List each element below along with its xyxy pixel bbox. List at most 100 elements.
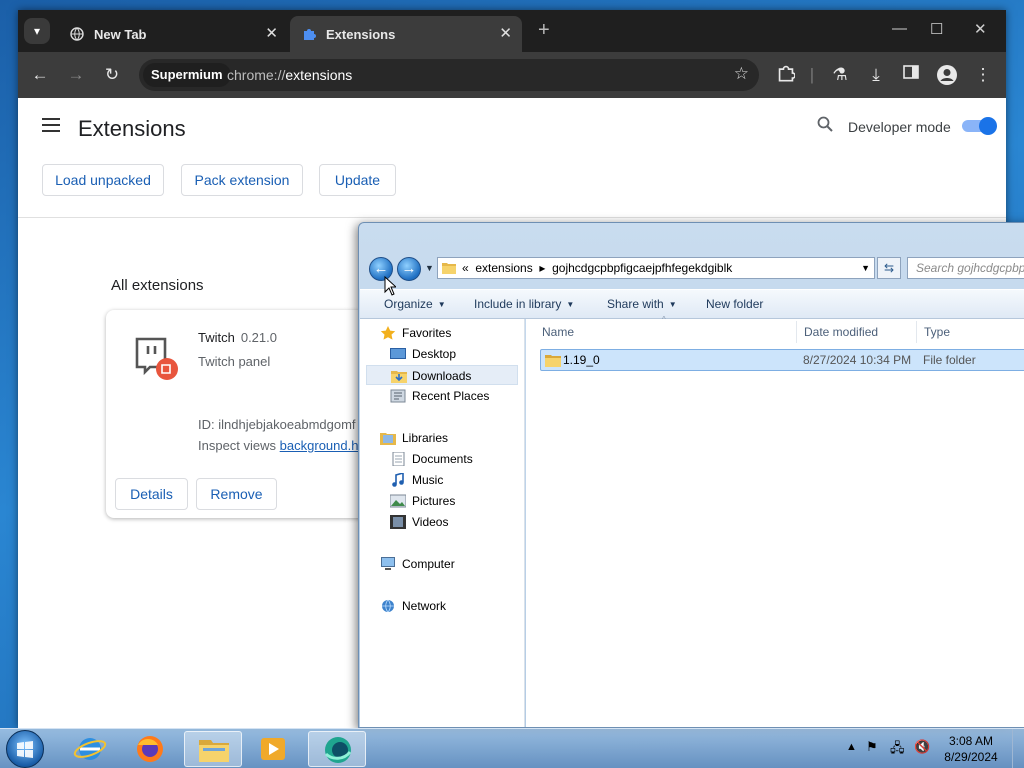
network-icon xyxy=(382,599,394,613)
file-name: 1.19_0 xyxy=(563,353,600,367)
forward-icon[interactable]: → xyxy=(65,64,87,86)
tab-new-tab[interactable]: New Tab ✕ xyxy=(58,16,288,52)
desktop-icon xyxy=(390,348,406,359)
url-text: chrome://extensions xyxy=(227,67,353,83)
taskbar-file-explorer[interactable] xyxy=(184,731,242,767)
folder-icon xyxy=(442,263,456,274)
show-desktop-button[interactable] xyxy=(1012,729,1024,768)
details-button[interactable]: Details xyxy=(115,478,188,510)
taskbar-supermium[interactable] xyxy=(308,731,366,767)
file-explorer-window: ← → ▼ « extensions ▸ gojhcdgcpbpfigcaejp… xyxy=(358,222,1024,728)
downloads-folder-icon xyxy=(391,371,407,383)
tab-label: Extensions xyxy=(326,27,396,42)
inspect-views: Inspect views background.h xyxy=(198,438,359,453)
music-icon xyxy=(392,473,404,487)
navigation-pane: Favorites Desktop Downloads Recent Place… xyxy=(360,319,525,727)
tab-strip: ▾ New Tab ✕ Extensions ✕ + — ☐ ✕ xyxy=(18,10,1006,52)
section-title: All extensions xyxy=(111,277,204,294)
update-button[interactable]: Update xyxy=(319,164,396,196)
volume-muted-icon[interactable]: 🔇 xyxy=(914,739,930,755)
back-icon[interactable]: ← xyxy=(29,64,51,86)
videos-icon xyxy=(390,515,406,529)
developer-mode-label: Developer mode xyxy=(848,119,951,135)
developer-mode-toggle[interactable] xyxy=(962,117,997,135)
extension-card: Twitch 0.21.0 Twitch panel ID: ilndhjebja… xyxy=(106,310,386,518)
forward-icon[interactable]: → xyxy=(397,257,421,281)
tab-label: New Tab xyxy=(94,27,147,42)
breadcrumb-extensions[interactable]: extensions xyxy=(475,261,532,275)
column-header-type[interactable]: Type xyxy=(924,325,950,339)
breadcrumb-folder[interactable]: gojhcdgcpbpfigcaejpfhfegekdgiblk xyxy=(552,261,732,275)
column-header-date[interactable]: Date modified xyxy=(804,325,878,339)
sort-arrow-icon: ^ xyxy=(662,315,666,324)
file-list: Name ^ Date modified Type 1.19_0 8/27/20… xyxy=(526,315,1024,727)
browser-toolbar: ← → ↻ Supermium chrome://extensions ☆ | … xyxy=(18,52,1006,98)
address-dropdown-icon[interactable]: ▼ xyxy=(861,258,870,278)
close-tab-icon[interactable]: ✕ xyxy=(499,24,512,42)
new-tab-button[interactable]: + xyxy=(538,19,550,42)
taskbar-internet-explorer[interactable] xyxy=(61,731,119,767)
toolbar-divider: | xyxy=(809,65,815,84)
tab-extensions[interactable]: Extensions ✕ xyxy=(290,16,522,52)
start-button[interactable] xyxy=(6,730,44,768)
close-tab-icon[interactable]: ✕ xyxy=(265,24,278,42)
hamburger-menu-icon[interactable] xyxy=(42,118,60,132)
twitch-extension-icon xyxy=(135,337,178,380)
tab-search-button[interactable]: ▾ xyxy=(24,18,50,44)
column-separator[interactable] xyxy=(916,321,917,343)
recent-pages-dropdown-icon[interactable]: ▼ xyxy=(425,263,434,273)
include-in-library-button[interactable]: Include in library ▼ xyxy=(474,297,574,311)
load-unpacked-button[interactable]: Load unpacked xyxy=(42,164,164,196)
show-hidden-icons-icon[interactable]: ▲ xyxy=(846,741,857,753)
system-clock[interactable]: 3:08 AM 8/29/2024 xyxy=(940,733,1002,765)
breadcrumb: « extensions ▸ gojhcdgcpbpfigcaejpfhfege… xyxy=(462,261,733,275)
computer-icon xyxy=(381,557,395,570)
taskbar-media-player[interactable] xyxy=(244,731,302,767)
star-icon xyxy=(380,326,396,340)
search-icon[interactable] xyxy=(817,116,833,132)
reload-icon[interactable]: ↻ xyxy=(101,64,123,86)
extension-description: Twitch panel xyxy=(198,354,271,369)
side-panel-icon[interactable] xyxy=(900,64,922,86)
minimize-icon[interactable]: — xyxy=(892,20,907,37)
share-with-button[interactable]: Share with ▼ xyxy=(607,297,677,311)
nav-downloads[interactable]: Downloads xyxy=(366,365,518,385)
pictures-icon xyxy=(390,494,406,508)
firefox-icon xyxy=(137,736,163,762)
maximize-icon[interactable]: ☐ xyxy=(930,20,943,38)
supermium-icon xyxy=(324,737,352,763)
file-type: File folder xyxy=(923,353,976,367)
taskbar: ▲ ⚑ 🖧 🔇 3:08 AM 8/29/2024 xyxy=(0,728,1024,768)
more-menu-icon[interactable]: ⋮ xyxy=(972,64,994,86)
taskbar-firefox[interactable] xyxy=(121,731,179,767)
profile-avatar-icon[interactable] xyxy=(936,64,958,86)
remove-button[interactable]: Remove xyxy=(196,478,277,510)
close-window-icon[interactable]: ✕ xyxy=(974,20,987,38)
puzzle-icon xyxy=(304,29,316,40)
file-row[interactable]: 1.19_0 8/27/2024 10:34 PM File folder xyxy=(540,349,1024,371)
file-date: 8/27/2024 10:34 PM xyxy=(803,353,912,367)
recent-places-icon xyxy=(390,389,406,403)
site-chip[interactable]: Supermium xyxy=(143,63,231,87)
file-explorer-icon xyxy=(199,740,229,762)
clock-time: 3:08 AM xyxy=(948,734,994,748)
refresh-icon[interactable]: ⇆ xyxy=(877,257,901,279)
clock-date: 8/29/2024 xyxy=(944,750,998,764)
windows-logo-icon xyxy=(17,741,33,758)
new-folder-button[interactable]: New folder xyxy=(706,297,763,311)
pack-extension-button[interactable]: Pack extension xyxy=(181,164,303,196)
bookmark-star-icon[interactable]: ☆ xyxy=(734,64,749,84)
column-separator[interactable] xyxy=(796,321,797,343)
download-icon[interactable]: ⤓ xyxy=(865,64,887,86)
extensions-puzzle-icon[interactable] xyxy=(775,64,797,86)
omnibox[interactable]: Supermium chrome://extensions ☆ xyxy=(139,59,759,91)
search-input[interactable]: Search gojhcdgcpbpfigcaejpfhfegekdgiblk xyxy=(907,257,1024,279)
network-tray-icon[interactable]: 🖧 xyxy=(890,739,905,761)
address-bar[interactable]: « extensions ▸ gojhcdgcpbpfigcaejpfhfege… xyxy=(437,257,875,279)
column-header-name[interactable]: Name xyxy=(542,325,574,339)
action-center-flag-icon[interactable]: ⚑ xyxy=(866,739,878,755)
globe-icon xyxy=(70,27,84,41)
labs-flask-icon[interactable]: ⚗ xyxy=(829,64,851,86)
organize-button[interactable]: Organize ▼ xyxy=(384,297,446,311)
inspect-background-link[interactable]: background.h xyxy=(280,438,359,453)
